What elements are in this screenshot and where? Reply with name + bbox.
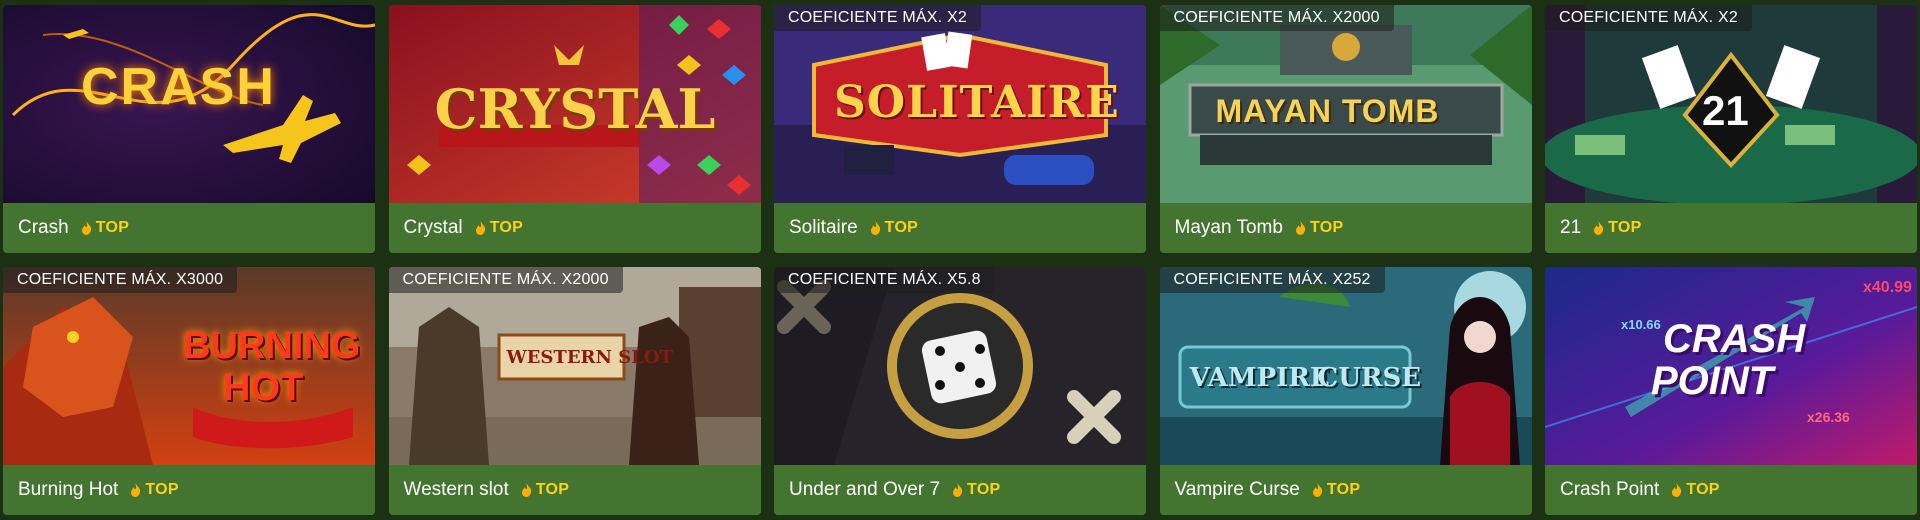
game-card-footer: Under and Over 7 TOP: [774, 465, 1146, 515]
game-name: Solitaire: [789, 217, 858, 238]
dice-icon: [774, 267, 1146, 465]
top-badge: TOP: [884, 219, 919, 236]
game-thumbnail[interactable]: CRASH: [3, 5, 375, 203]
game-card-vampire-curse[interactable]: VAMPIRE CURSE COEFICIENTE MÁX. X252 Vamp…: [1159, 267, 1532, 515]
top-badge: TOP: [1326, 481, 1361, 498]
game-card-mayan-tomb[interactable]: MAYAN TOMB COEFICIENTE MÁX. X2000 Mayan …: [1159, 5, 1532, 253]
top-badge: TOP: [1686, 481, 1720, 498]
game-art-subtitle: HOT: [223, 367, 304, 409]
multiplier-label: x10.66: [1621, 317, 1661, 332]
flame-icon: [1672, 483, 1682, 497]
game-name: Crystal: [403, 217, 463, 238]
game-art-title: CRYSTAL: [434, 77, 716, 141]
max-coefficient-badge: COEFICIENTE MÁX. X2: [1545, 5, 1752, 31]
game-name: Western slot: [403, 479, 509, 500]
game-art-title: WESTERN SLOT: [506, 347, 673, 368]
games-grid: CRASH Crash TOP CRYSTAL Crystal TOP SOLI…: [3, 5, 1917, 515]
top-badge: TOP: [95, 219, 130, 236]
game-thumbnail[interactable]: WESTERN SLOT COEFICIENTE MÁX. X2000: [388, 267, 761, 465]
game-thumbnail[interactable]: SOLITAIRE COEFICIENTE MÁX. X2: [774, 5, 1146, 203]
game-name: Crash Point: [1560, 479, 1660, 500]
game-card-footer: Vampire Curse TOP: [1159, 465, 1532, 515]
max-coefficient-badge: COEFICIENTE MÁX. X5.8: [774, 267, 995, 293]
game-card-footer: Western slot TOP: [388, 465, 761, 515]
game-card-footer: Solitaire TOP: [774, 203, 1146, 253]
game-card-burning-hot[interactable]: BURNING HOT COEFICIENTE MÁX. X3000 Burni…: [3, 267, 375, 515]
game-art-title: SOLITAIRE: [834, 77, 1120, 128]
game-name: Under and Over 7: [789, 479, 941, 500]
top-badge: TOP: [145, 481, 179, 498]
game-art-title: VAMPIRE: [1189, 363, 1330, 393]
game-name: Mayan Tomb: [1174, 217, 1283, 238]
game-card-footer: Crystal TOP: [388, 203, 761, 253]
game-art-title: 21: [1702, 87, 1749, 134]
top-badge: TOP: [1309, 219, 1344, 236]
flame-icon: [475, 221, 485, 235]
flame-icon: [131, 483, 141, 497]
max-coefficient-badge: COEFICIENTE MÁX. X2: [774, 5, 981, 31]
multiplier-label: x40.99: [1863, 279, 1912, 296]
top-badge: TOP: [489, 219, 524, 236]
game-thumbnail[interactable]: MAYAN TOMB COEFICIENTE MÁX. X2000: [1159, 5, 1532, 203]
flame-icon: [81, 221, 91, 235]
game-art-title: CRASH: [81, 58, 276, 116]
flame-icon: [870, 221, 880, 235]
flame-icon: [521, 483, 531, 497]
game-thumbnail[interactable]: CRYSTAL: [388, 5, 761, 203]
game-card-footer: Crash Point TOP: [1545, 465, 1917, 515]
flame-icon: [1312, 483, 1322, 497]
flame-icon: [1594, 221, 1604, 235]
game-card-under-and-over-7[interactable]: COEFICIENTE MÁX. X5.8 Under and Over 7 T…: [774, 267, 1146, 515]
game-card-footer: Mayan Tomb TOP: [1159, 203, 1532, 253]
game-thumbnail[interactable]: CRASH POINT x10.66 x40.99 x26.36: [1545, 267, 1917, 465]
max-coefficient-badge: COEFICIENTE MÁX. X2000: [1159, 5, 1394, 31]
top-badge: TOP: [1608, 219, 1642, 236]
game-name: 21: [1560, 217, 1582, 238]
game-art-subtitle: CURSE: [1317, 363, 1422, 393]
game-art-title: CRASH: [1663, 317, 1806, 361]
game-thumbnail[interactable]: VAMPIRE CURSE COEFICIENTE MÁX. X252: [1159, 267, 1532, 465]
max-coefficient-badge: COEFICIENTE MÁX. X252: [1159, 267, 1385, 293]
top-badge: TOP: [967, 481, 1001, 498]
game-name: Vampire Curse: [1174, 479, 1300, 500]
game-card-western-slot[interactable]: WESTERN SLOT COEFICIENTE MÁX. X2000 West…: [388, 267, 761, 515]
top-badge: TOP: [535, 481, 570, 498]
game-card-crash[interactable]: CRASH Crash TOP: [3, 5, 375, 253]
game-card-footer: 21 TOP: [1545, 203, 1917, 253]
flame-icon: [953, 483, 963, 497]
game-card-crystal[interactable]: CRYSTAL Crystal TOP: [388, 5, 761, 253]
game-card-21[interactable]: 21 COEFICIENTE MÁX. X2 21 TOP: [1545, 5, 1917, 253]
multiplier-label: x26.36: [1807, 409, 1850, 425]
max-coefficient-badge: COEFICIENTE MÁX. X2000: [388, 267, 623, 293]
game-card-footer: Crash TOP: [3, 203, 375, 253]
game-card-crash-point[interactable]: CRASH POINT x10.66 x40.99 x26.36 Crash P…: [1545, 267, 1917, 515]
game-art-subtitle: POINT: [1651, 359, 1774, 403]
game-art-title: MAYAN TOMB: [1215, 93, 1440, 129]
game-thumbnail[interactable]: BURNING HOT COEFICIENTE MÁX. X3000: [3, 267, 375, 465]
game-card-solitaire[interactable]: SOLITAIRE COEFICIENTE MÁX. X2 Solitaire …: [774, 5, 1146, 253]
game-name: Crash: [18, 217, 69, 238]
game-art-title: BURNING: [183, 325, 361, 367]
game-card-footer: Burning Hot TOP: [3, 465, 375, 515]
game-thumbnail[interactable]: 21 COEFICIENTE MÁX. X2: [1545, 5, 1917, 203]
game-name: Burning Hot: [18, 479, 119, 500]
game-thumbnail[interactable]: COEFICIENTE MÁX. X5.8: [774, 267, 1146, 465]
max-coefficient-badge: COEFICIENTE MÁX. X3000: [3, 267, 238, 293]
flame-icon: [1295, 221, 1306, 235]
